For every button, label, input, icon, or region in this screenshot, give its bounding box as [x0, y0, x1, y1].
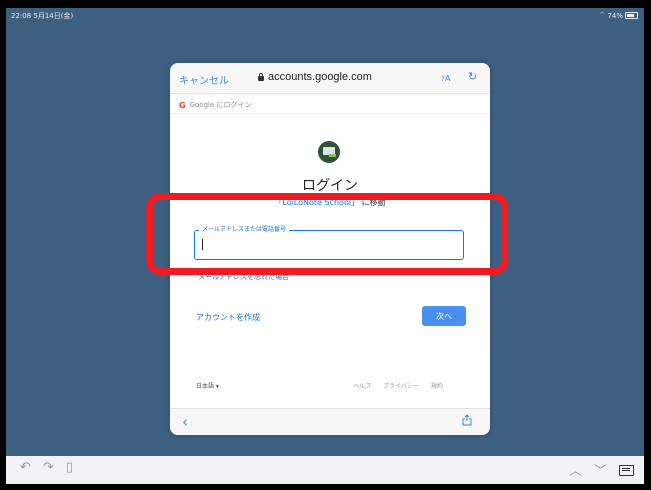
wifi-icon: ⌔	[598, 11, 606, 19]
status-time: 22:08 5月14日(金)	[11, 12, 74, 20]
text-size-button[interactable]: ｧA	[441, 73, 450, 84]
google-signin-bar: G Google にログイン	[179, 100, 252, 110]
battery-percent: 74%	[607, 11, 623, 20]
paste-icon[interactable]: ▯	[66, 460, 73, 475]
url-text: accounts.google.com	[268, 71, 372, 83]
terms-link[interactable]: 規約	[431, 381, 443, 390]
undo-icon[interactable]: ↶	[20, 460, 31, 475]
share-icon[interactable]	[462, 414, 472, 426]
google-signin-label: Google にログイン	[189, 101, 252, 109]
chevron-up-icon[interactable]: ︿	[569, 460, 582, 479]
chevron-down-icon[interactable]: ﹀	[594, 460, 607, 479]
divider	[170, 113, 490, 114]
address-bar[interactable]: accounts.google.com	[258, 71, 372, 83]
keyboard-icon[interactable]	[619, 465, 634, 476]
create-account-link[interactable]: アカウントを作成	[196, 312, 260, 323]
footer-links: ヘルプ プライバシー 規約	[353, 381, 443, 390]
privacy-link[interactable]: プライバシー	[383, 381, 419, 390]
loilonote-logo	[318, 141, 340, 163]
keyboard-shortcut-bar: ↶ ↷ ▯ ︿ ﹀	[6, 456, 644, 484]
kb-left-tools: ↶ ↷ ▯	[20, 460, 73, 475]
browser-bottom-bar: ‹	[170, 408, 490, 435]
cancel-button[interactable]: キャンセル	[179, 72, 229, 87]
ipad-screen: 22:08 5月14日(金) ⌔ 74% キャンセル accounts.goog…	[6, 8, 644, 484]
status-right: ⌔ 74%	[599, 11, 638, 20]
page-title: ログイン	[302, 177, 358, 193]
kb-right-tools: ︿ ﹀	[569, 460, 634, 479]
reload-icon[interactable]: ↻	[468, 70, 477, 83]
battery-icon	[625, 12, 638, 19]
next-button[interactable]: 次へ	[422, 306, 466, 326]
annotation-highlight	[146, 193, 508, 275]
redo-icon[interactable]: ↷	[43, 460, 54, 475]
back-chevron-icon[interactable]: ‹	[182, 413, 188, 431]
help-link[interactable]: ヘルプ	[353, 381, 371, 390]
language-select[interactable]: 日本語 ▾	[196, 381, 219, 390]
status-bar: 22:08 5月14日(金) ⌔ 74%	[6, 8, 644, 22]
browser-top-bar: キャンセル accounts.google.com ｧA ↻	[170, 63, 490, 94]
lock-icon	[258, 72, 264, 81]
google-g-icon: G	[179, 100, 186, 110]
